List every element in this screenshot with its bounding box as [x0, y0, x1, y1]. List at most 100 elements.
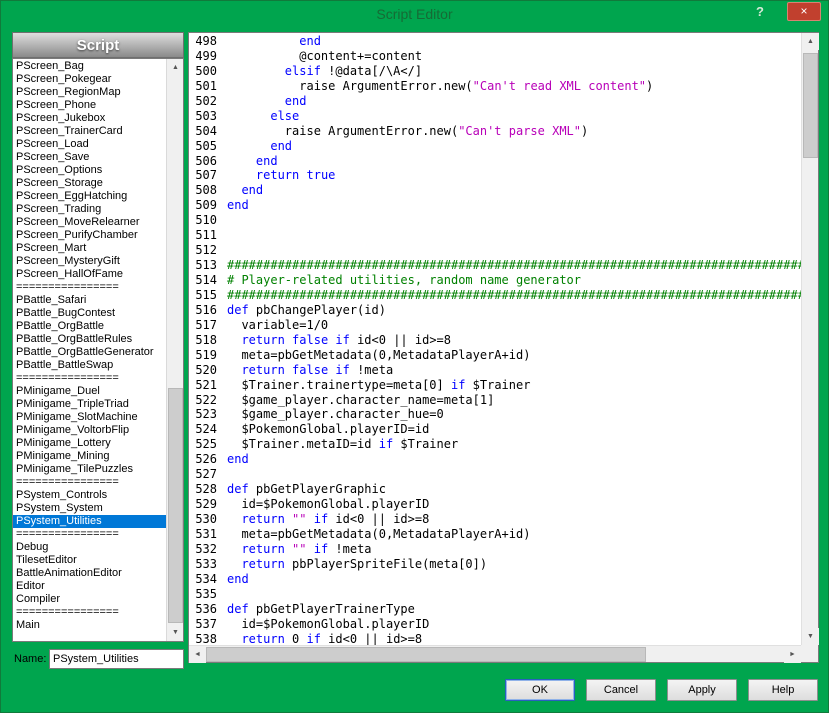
line-number: 518 [189, 333, 217, 348]
editor-vertical-scrollbar[interactable]: ▲ ▼ [801, 33, 818, 645]
code-text: id=$PokemonGlobal.playerID [227, 497, 429, 512]
script-list-item[interactable]: PScreen_Phone [13, 99, 166, 112]
script-list-item[interactable]: PScreen_RegionMap [13, 86, 166, 99]
editor-horizontal-scrollbar[interactable]: ◄ ► [189, 645, 801, 662]
code-text: ########################################… [227, 288, 801, 303]
script-list-item[interactable]: PMinigame_SlotMachine [13, 411, 166, 424]
line-number: 513 [189, 258, 217, 273]
script-list-item[interactable]: PBattle_BugContest [13, 307, 166, 320]
script-list-item[interactable]: PScreen_Trading [13, 203, 166, 216]
code-line: 523 $game_player.character_hue=0 [189, 407, 801, 422]
code-line: 532 return "" if !meta [189, 542, 801, 557]
script-list-item[interactable]: PScreen_PurifyChamber [13, 229, 166, 242]
script-list-item[interactable]: PScreen_Options [13, 164, 166, 177]
script-list-item[interactable]: PScreen_Storage [13, 177, 166, 190]
script-list-item[interactable]: PScreen_Jukebox [13, 112, 166, 125]
code-line: 528def pbGetPlayerGraphic [189, 482, 801, 497]
script-list-item[interactable]: PScreen_Load [13, 138, 166, 151]
script-list-item[interactable]: PMinigame_Lottery [13, 437, 166, 450]
code-line: 530 return "" if id<0 || id>=8 [189, 512, 801, 527]
script-list-item[interactable]: PMinigame_Duel [13, 385, 166, 398]
code-line: 500 elsif !@data[/\A</] [189, 64, 801, 79]
code-text: return false if id<0 || id>=8 [227, 333, 451, 348]
code-text: raise ArgumentError.new("Can't read XML … [227, 79, 653, 94]
line-number: 500 [189, 64, 217, 79]
script-list-item[interactable]: PMinigame_VoltorbFlip [13, 424, 166, 437]
script-list-item[interactable]: PScreen_MoveRelearner [13, 216, 166, 229]
code-text: else [227, 109, 299, 124]
close-button[interactable]: × [787, 2, 821, 21]
apply-button[interactable]: Apply [667, 679, 737, 701]
code-text: $PokemonGlobal.playerID=id [227, 422, 429, 437]
scroll-left-icon[interactable]: ◄ [189, 646, 206, 663]
script-list-separator[interactable]: ================ [13, 528, 166, 541]
script-list-scrollbar[interactable]: ▲ ▼ [166, 59, 183, 641]
ok-button[interactable]: OK [505, 679, 575, 701]
code-text: end [227, 34, 321, 49]
scroll-right-icon[interactable]: ► [784, 646, 801, 663]
script-list-item[interactable]: PBattle_OrgBattle [13, 320, 166, 333]
code-line: 517 variable=1/0 [189, 318, 801, 333]
script-list-item[interactable]: PBattle_OrgBattleRules [13, 333, 166, 346]
scroll-down-icon[interactable]: ▼ [167, 624, 184, 641]
editor-hscrollbar-thumb[interactable] [206, 647, 646, 662]
script-list-item[interactable]: PMinigame_TripleTriad [13, 398, 166, 411]
cancel-button[interactable]: Cancel [586, 679, 656, 701]
code-line: 511 [189, 228, 801, 243]
script-list-item[interactable]: Debug [13, 541, 166, 554]
script-name-input[interactable] [49, 649, 184, 669]
script-list-separator[interactable]: ================ [13, 372, 166, 385]
code-line: 519 meta=pbGetMetadata(0,MetadataPlayerA… [189, 348, 801, 363]
script-list-item[interactable]: Compiler [13, 593, 166, 606]
scroll-down-icon[interactable]: ▼ [802, 628, 819, 645]
script-list-item[interactable]: PSystem_Utilities [13, 515, 166, 528]
script-list-item[interactable]: PSystem_Controls [13, 489, 166, 502]
code-editor: 498 end499 @content+=content500 elsif !@… [188, 32, 819, 663]
script-list-item[interactable]: PSystem_System [13, 502, 166, 515]
script-panel: Script PScreen_BagPScreen_PokegearPScree… [12, 32, 184, 669]
script-list-item[interactable]: PBattle_OrgBattleGenerator [13, 346, 166, 359]
script-list-item[interactable]: PScreen_Pokegear [13, 73, 166, 86]
script-list-item[interactable]: PScreen_Mart [13, 242, 166, 255]
script-list-item[interactable]: TilesetEditor [13, 554, 166, 567]
script-list-item[interactable]: Editor [13, 580, 166, 593]
code-text: end [227, 198, 249, 213]
editor-vscrollbar-thumb[interactable] [803, 53, 818, 158]
script-list-item[interactable]: Main [13, 619, 166, 632]
help-button[interactable]: Help [748, 679, 818, 701]
line-number: 525 [189, 437, 217, 452]
script-list-item[interactable]: PScreen_HallOfFame [13, 268, 166, 281]
script-list-item[interactable]: PMinigame_Mining [13, 450, 166, 463]
script-list-item[interactable]: PScreen_EggHatching [13, 190, 166, 203]
script-list[interactable]: PScreen_BagPScreen_PokegearPScreen_Regio… [12, 58, 184, 642]
code-line: 531 meta=pbGetMetadata(0,MetadataPlayerA… [189, 527, 801, 542]
line-number: 534 [189, 572, 217, 587]
line-number: 528 [189, 482, 217, 497]
line-number: 538 [189, 632, 217, 646]
titlebar-help-button[interactable]: ? [750, 4, 770, 22]
scroll-up-icon[interactable]: ▲ [802, 33, 819, 50]
code-text: return "" if id<0 || id>=8 [227, 512, 429, 527]
script-list-items[interactable]: PScreen_BagPScreen_PokegearPScreen_Regio… [13, 60, 166, 640]
code-line: 509end [189, 198, 801, 213]
script-list-item[interactable]: PScreen_MysteryGift [13, 255, 166, 268]
script-list-scrollbar-thumb[interactable] [168, 388, 183, 623]
code-line: 504 raise ArgumentError.new("Can't parse… [189, 124, 801, 139]
script-list-separator[interactable]: ================ [13, 606, 166, 619]
line-number: 515 [189, 288, 217, 303]
script-list-item[interactable]: PScreen_Save [13, 151, 166, 164]
line-number: 507 [189, 168, 217, 183]
script-list-item[interactable]: PMinigame_TilePuzzles [13, 463, 166, 476]
script-list-item[interactable]: PBattle_Safari [13, 294, 166, 307]
script-list-item[interactable]: PBattle_BattleSwap [13, 359, 166, 372]
code-area[interactable]: 498 end499 @content+=content500 elsif !@… [189, 33, 801, 645]
code-text: return pbPlayerSpriteFile(meta[0]) [227, 557, 487, 572]
script-list-item[interactable]: BattleAnimationEditor [13, 567, 166, 580]
code-text: raise ArgumentError.new("Can't parse XML… [227, 124, 588, 139]
script-list-item[interactable]: PScreen_TrainerCard [13, 125, 166, 138]
script-list-item[interactable]: PScreen_Bag [13, 60, 166, 73]
script-list-separator[interactable]: ================ [13, 476, 166, 489]
scroll-up-icon[interactable]: ▲ [167, 59, 184, 76]
script-list-separator[interactable]: ================ [13, 281, 166, 294]
line-number: 517 [189, 318, 217, 333]
